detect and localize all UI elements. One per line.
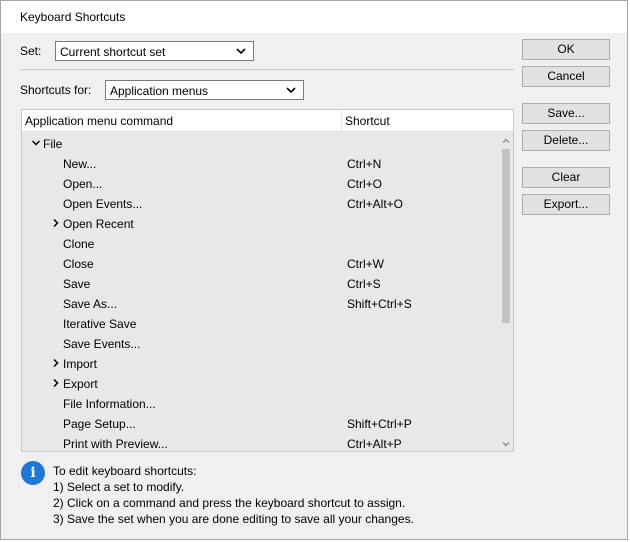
command-label: Open... — [63, 177, 103, 191]
shortcut-value: Shift+Ctrl+P — [347, 417, 412, 431]
tree-row[interactable]: Page Setup... Shift+Ctrl+P — [22, 414, 498, 434]
shortcuts-for-dropdown-value: Application menus — [110, 84, 209, 98]
command-label: File — [43, 137, 63, 151]
window-title: Keyboard Shortcuts — [20, 10, 126, 24]
command-label: Open Events... — [63, 197, 143, 211]
command-label: Close — [63, 257, 94, 271]
column-header-command[interactable]: Application menu command — [25, 114, 173, 128]
help-text-step-3: 3) Save the set when you are done editin… — [53, 512, 414, 526]
command-label: Save — [63, 277, 91, 291]
set-label: Set: — [20, 44, 42, 58]
shortcut-value: Ctrl+Alt+P — [347, 437, 402, 451]
column-header-shortcut[interactable]: Shortcut — [345, 114, 390, 128]
tree-row[interactable]: File Information... — [22, 394, 498, 414]
cancel-button[interactable]: Cancel — [522, 66, 610, 87]
shortcut-value: Ctrl+N — [347, 157, 382, 171]
chevron-right-icon[interactable] — [52, 219, 60, 227]
scroll-up-icon[interactable] — [501, 136, 511, 146]
command-label: Save As... — [63, 297, 118, 311]
tree-row[interactable]: Open... Ctrl+O — [22, 174, 498, 194]
ok-button[interactable]: OK — [522, 39, 610, 60]
shortcuts-for-label: Shortcuts for: — [20, 83, 92, 97]
tree-row[interactable]: File — [22, 134, 498, 154]
scroll-down-icon[interactable] — [501, 439, 511, 449]
command-label: Export — [63, 377, 98, 391]
tree-row[interactable]: Save As... Shift+Ctrl+S — [22, 294, 498, 314]
command-label: Clone — [63, 237, 95, 251]
set-dropdown[interactable]: Current shortcut set — [55, 41, 254, 61]
command-label: Iterative Save — [63, 317, 137, 331]
clear-button[interactable]: Clear — [522, 167, 610, 188]
shortcuts-for-dropdown[interactable]: Application menus — [105, 80, 304, 100]
keyboard-shortcuts-dialog: Keyboard Shortcuts Set: Current shortcut… — [0, 0, 628, 540]
chevron-right-icon[interactable] — [52, 359, 60, 367]
help-text-step-1: 1) Select a set to modify. — [53, 480, 185, 494]
shortcut-value: Ctrl+W — [347, 257, 384, 271]
shortcut-value: Ctrl+Alt+O — [347, 197, 404, 211]
command-label: Print with Preview... — [63, 437, 168, 451]
save-button[interactable]: Save... — [522, 103, 610, 124]
tree-row[interactable]: Save Events... — [22, 334, 498, 354]
separator — [20, 69, 514, 70]
chevron-down-icon[interactable] — [32, 139, 40, 147]
tree-row[interactable]: Iterative Save — [22, 314, 498, 334]
command-label: Page Setup... — [63, 417, 136, 431]
scroll-thumb[interactable] — [502, 149, 510, 323]
vertical-scrollbar[interactable] — [499, 132, 513, 451]
chevron-down-icon — [236, 48, 246, 55]
delete-button[interactable]: Delete... — [522, 130, 610, 151]
list-header: Application menu command Shortcut — [22, 110, 513, 132]
command-label: New... — [63, 157, 97, 171]
chevron-down-icon — [286, 87, 296, 94]
tree-row[interactable]: Import — [22, 354, 498, 374]
command-label: File Information... — [63, 397, 156, 411]
set-dropdown-value: Current shortcut set — [60, 45, 166, 59]
tree-row[interactable]: Export — [22, 374, 498, 394]
tree-row[interactable]: New... Ctrl+N — [22, 154, 498, 174]
export-button[interactable]: Export... — [522, 194, 610, 215]
column-divider[interactable] — [341, 110, 342, 131]
tree-row[interactable]: Open Events... Ctrl+Alt+O — [22, 194, 498, 214]
chevron-right-icon[interactable] — [52, 379, 60, 387]
tree-row[interactable]: Open Recent — [22, 214, 498, 234]
tree-row[interactable]: Save Ctrl+S — [22, 274, 498, 294]
command-label: Open Recent — [63, 217, 134, 231]
tree-row[interactable]: Print with Preview... Ctrl+Alt+P — [22, 434, 498, 451]
shortcut-value: Shift+Ctrl+S — [347, 297, 412, 311]
shortcut-value: Ctrl+S — [347, 277, 381, 291]
command-label: Import — [63, 357, 98, 371]
shortcut-list: Application menu command Shortcut File Ne… — [21, 109, 514, 452]
info-icon: i — [21, 461, 45, 485]
title-bar: Keyboard Shortcuts — [1, 1, 627, 33]
help-text-step-2: 2) Click on a command and press the keyb… — [53, 496, 406, 510]
command-label: Save Events... — [63, 337, 141, 351]
shortcut-value: Ctrl+O — [347, 177, 383, 191]
tree-row[interactable]: Close Ctrl+W — [22, 254, 498, 274]
tree-row[interactable]: Clone — [22, 234, 498, 254]
help-text-heading: To edit keyboard shortcuts: — [53, 464, 197, 478]
